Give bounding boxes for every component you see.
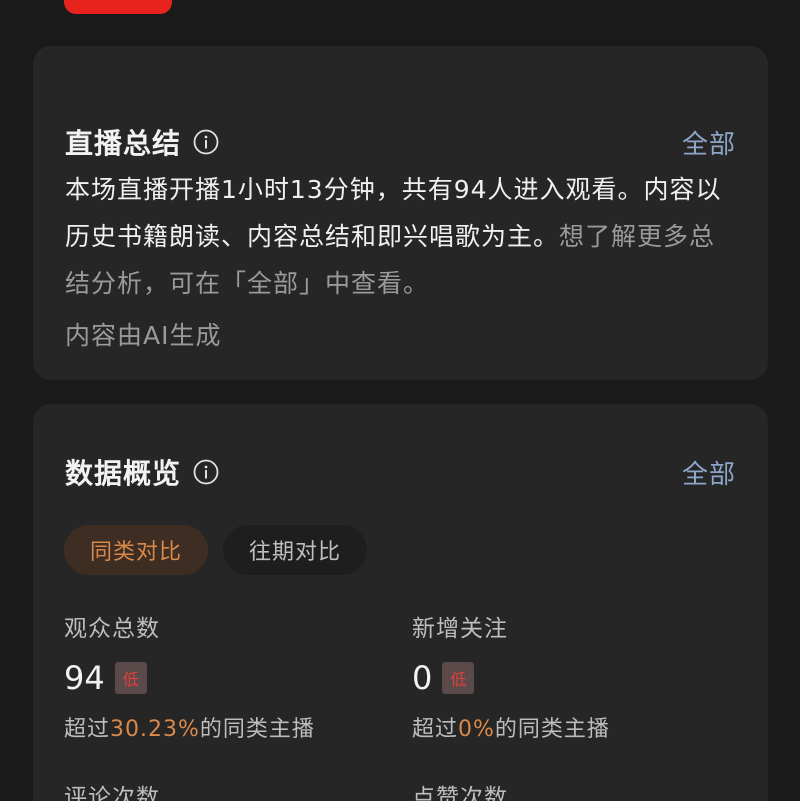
tab-history-comparison[interactable]: 往期对比	[223, 525, 367, 575]
avatar[interactable]	[64, 0, 172, 14]
live-summary-card: 直播总结 全部 本场直播开播1小时13分钟，共有94人进入观看。内容以历史书籍朗…	[33, 46, 768, 380]
metric-sub-prefix: 超过	[64, 717, 111, 742]
summary-text: 本场直播开播1小时13分钟，共有94人进入观看。内容以历史书籍朗读、内容总结和即…	[65, 166, 738, 307]
metric-sub-suffix: 的同类主播	[494, 717, 610, 742]
metric-value: 0	[412, 659, 433, 697]
metric-sub-prefix: 超过	[412, 717, 459, 742]
metric-subtext: 超过30.23%的同类主播	[64, 711, 315, 743]
metric-value-row: 94 低	[64, 659, 315, 697]
live-report-page: 直播总结 全部 本场直播开播1小时13分钟，共有94人进入观看。内容以历史书籍朗…	[0, 0, 800, 801]
metric-value-row: 0 低	[412, 659, 610, 697]
metric-like-count[interactable]: 点赞次数	[412, 778, 508, 801]
metric-new-followers[interactable]: 新增关注 0 低 超过0%的同类主播	[412, 609, 610, 743]
info-icon[interactable]	[193, 129, 219, 155]
summary-all-link[interactable]: 全部	[682, 124, 736, 161]
data-all-link[interactable]: 全部	[682, 454, 736, 491]
info-icon[interactable]	[193, 459, 219, 485]
data-card-title: 数据概览	[65, 457, 182, 490]
summary-title-wrap: 直播总结	[65, 122, 219, 162]
metric-total-viewers[interactable]: 观众总数 94 低 超过30.23%的同类主播	[64, 609, 315, 743]
data-title-wrap: 数据概览	[65, 452, 219, 492]
metric-value: 94	[64, 659, 105, 697]
metric-label: 观众总数	[64, 616, 160, 642]
metric-label: 新增关注	[412, 616, 508, 642]
ai-generated-note: 内容由AI生成	[65, 321, 222, 350]
metric-sub-suffix: 的同类主播	[199, 717, 315, 742]
data-card-header: 数据概览 全部	[65, 452, 736, 492]
metric-label: 评论次数	[64, 785, 160, 801]
metric-sub-value: 0%	[458, 717, 495, 742]
metric-comment-count[interactable]: 评论次数	[64, 778, 160, 801]
metric-subtext: 超过0%的同类主播	[412, 711, 610, 743]
metric-label: 点赞次数	[412, 785, 508, 801]
summary-card-header: 直播总结 全部	[65, 122, 736, 162]
low-badge: 低	[114, 662, 147, 694]
low-badge: 低	[442, 662, 475, 694]
metric-sub-value: 30.23%	[110, 717, 200, 742]
data-overview-card: 数据概览 全部 同类对比 往期对比 观众总数 94 低 超过30.23%的同类主…	[33, 404, 768, 801]
summary-card-title: 直播总结	[65, 127, 182, 160]
tab-peer-comparison[interactable]: 同类对比	[64, 525, 208, 575]
